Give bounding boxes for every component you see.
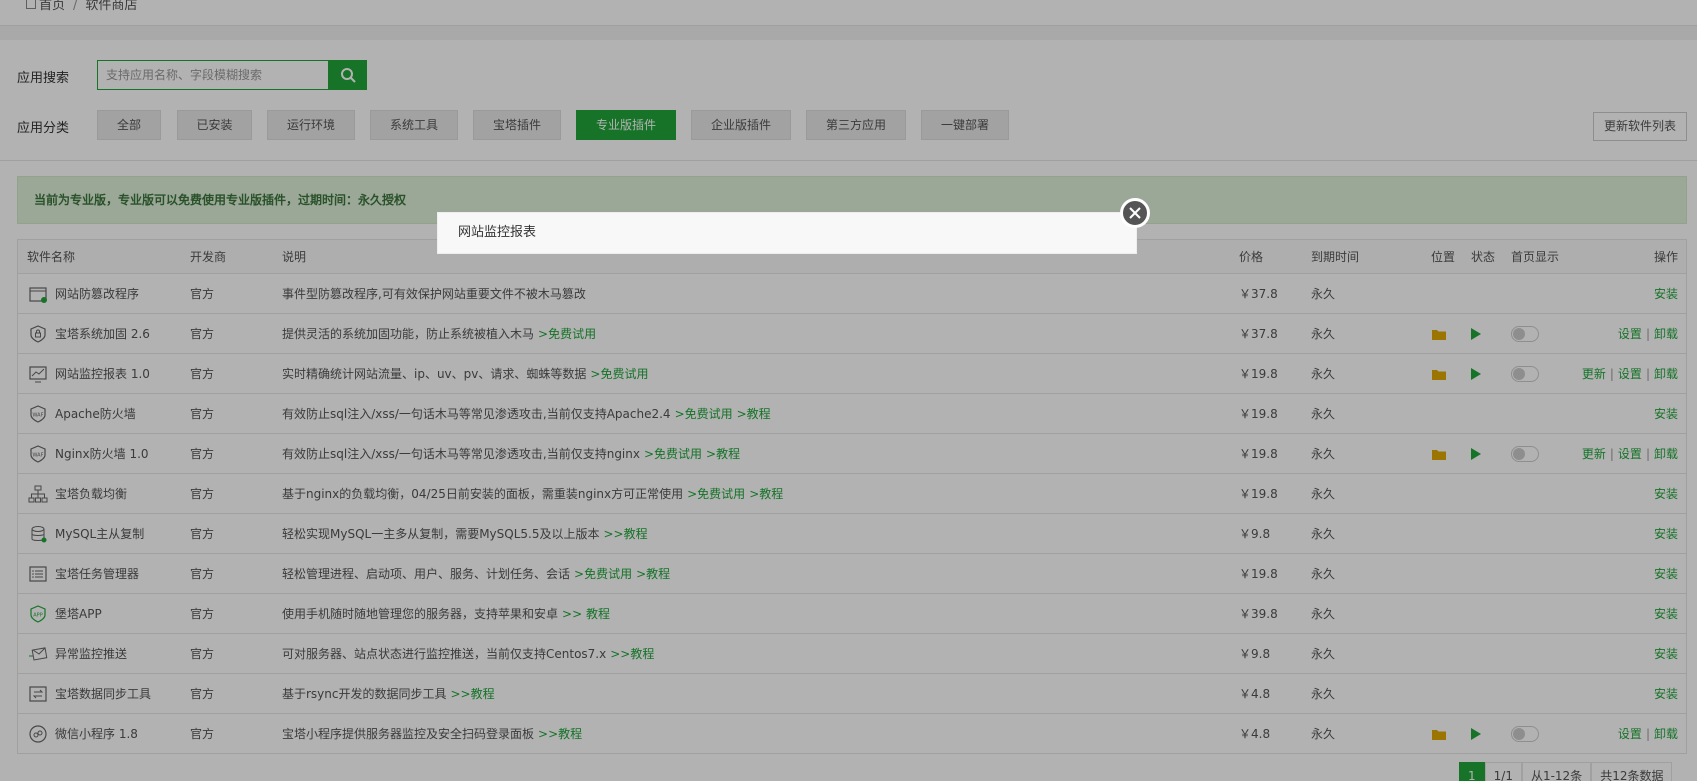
modal-title: 网站监控报表 xyxy=(458,225,537,240)
modal-dialog: 网站监控报表 xyxy=(437,212,1137,254)
modal-close-button[interactable] xyxy=(1120,198,1150,228)
close-icon xyxy=(1129,207,1141,219)
modal-overlay[interactable] xyxy=(0,0,1697,781)
